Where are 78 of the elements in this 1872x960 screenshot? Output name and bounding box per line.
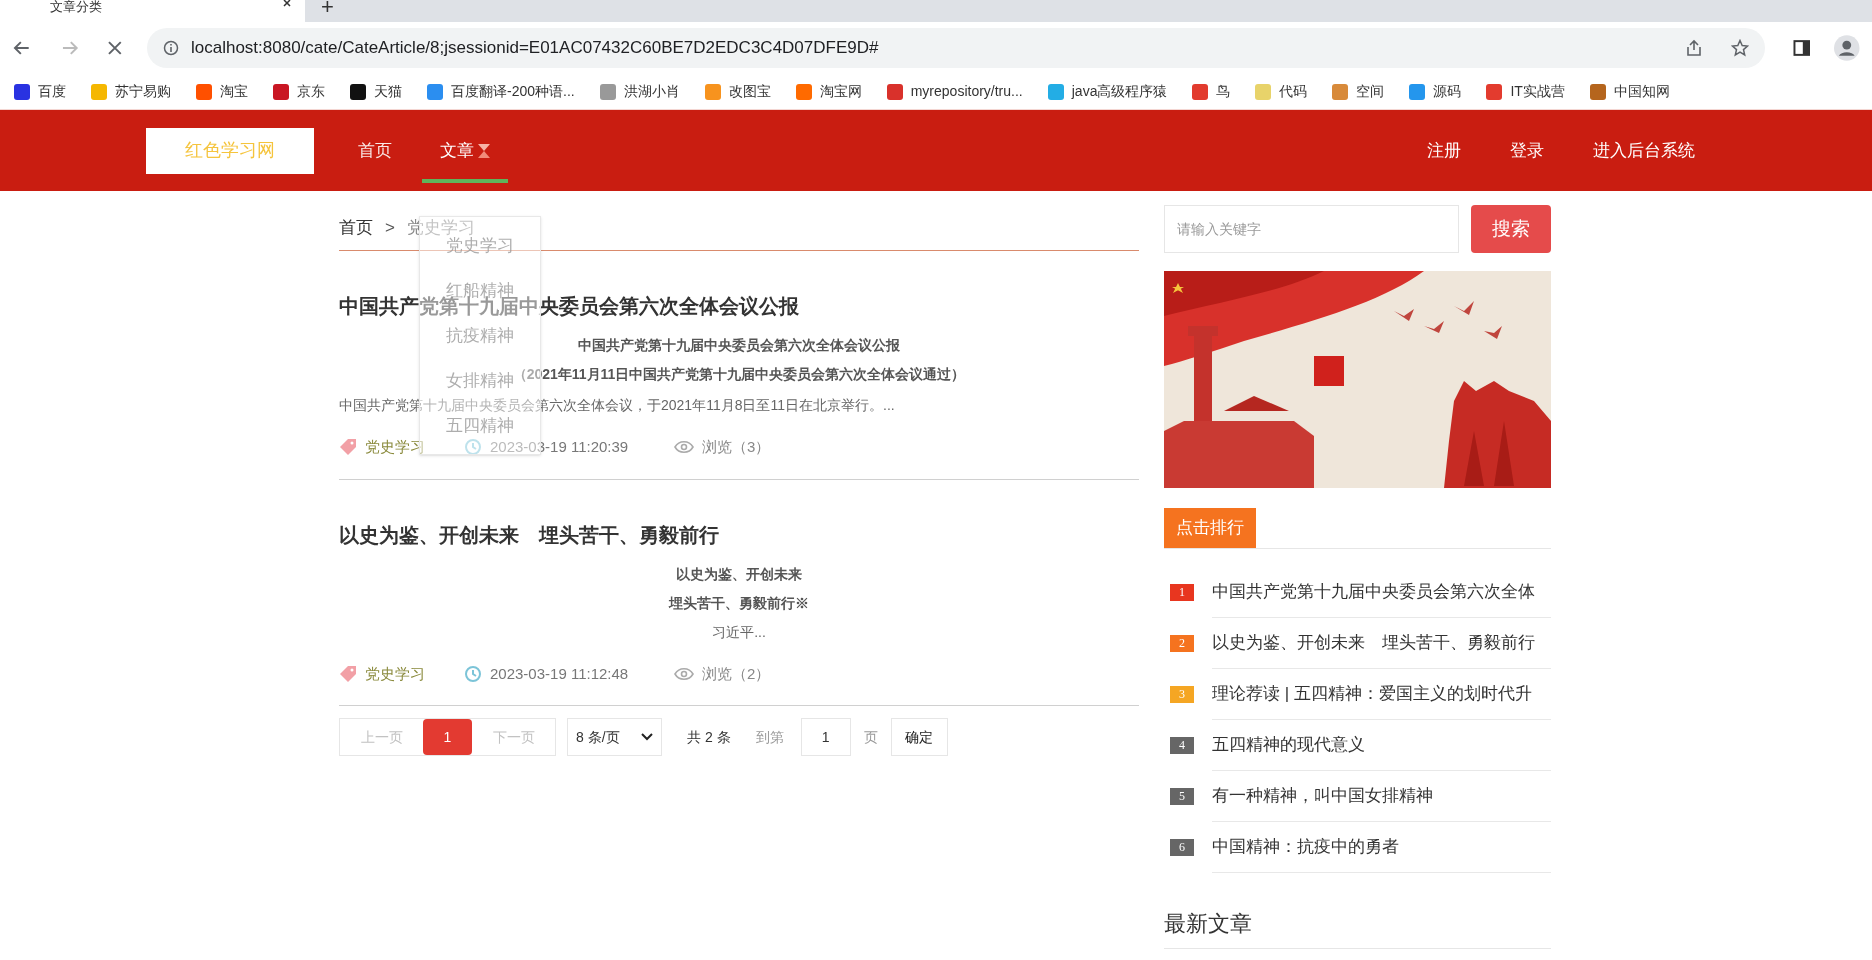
close-icon[interactable] [283, 0, 293, 8]
rank-badge: 4 [1170, 737, 1194, 754]
tab-title: 文章分类 [50, 0, 102, 13]
article-title[interactable]: 以史为鉴、开创未来 埋头苦干、勇毅前行 [339, 519, 1139, 550]
page-size-select[interactable]: 8 条/页 [567, 718, 662, 756]
ranking-link[interactable]: 中国共产党第十九届中央委员会第六次全体 [1212, 567, 1551, 618]
bookmark-icon[interactable] [350, 83, 366, 100]
chevron-down-icon [641, 733, 653, 741]
address-bar[interactable]: localhost:8080/cate/CateArticle/8;jsessionid=E01AC07432C60BE7D2EDC3C4D07DFE9D# [147, 28, 1765, 68]
ranking-link[interactable]: 以史为鉴、开创未来 埋头苦干、勇毅前行 [1212, 618, 1551, 669]
rank-badge: 3 [1170, 686, 1194, 703]
view-count: 浏览（3） [702, 437, 771, 457]
bookmark-link[interactable]: 百度 [38, 81, 66, 102]
section-heading: 最新文章 [1164, 907, 1551, 949]
profile-icon[interactable] [1834, 35, 1860, 61]
page-unit-label: 页 [863, 727, 878, 747]
nav-link[interactable]: 首页 [340, 110, 410, 191]
bookmark-link[interactable]: 源码 [1433, 81, 1462, 102]
bookmark-link[interactable]: 京东 [297, 81, 325, 102]
bookmark-link[interactable]: java高级程序猿 [1071, 81, 1168, 102]
new-tab-button[interactable]: + [321, 0, 334, 14]
confirm-button[interactable]: 确定 [890, 718, 948, 756]
page-button[interactable]: 1 [423, 719, 472, 755]
summary-line: 中国共产党第十九届中央委员会第六次全体会议公报 [578, 336, 900, 355]
info-icon [163, 40, 179, 56]
stop-icon[interactable] [107, 40, 123, 56]
share-icon[interactable] [1684, 39, 1703, 57]
ranking-link[interactable]: 有一种精神，叫中国女排精神 [1212, 771, 1551, 822]
rank-badge: 6 [1170, 839, 1194, 856]
article-date: 2023-03-19 11:12:48 [490, 663, 629, 684]
bookmark-link[interactable]: 改图宝 [728, 81, 771, 102]
bookmark-link[interactable]: 空间 [1356, 81, 1385, 102]
rank-badge: 5 [1170, 788, 1194, 805]
nav-link[interactable]: 登录 [1510, 137, 1544, 164]
search-button[interactable]: 搜索 [1471, 205, 1551, 253]
rank-badge: 2 [1170, 635, 1194, 652]
tag-icon [339, 438, 357, 457]
article-date: 2023-03-19 11:20:39 [490, 437, 629, 457]
search-field[interactable]: 请输入关键字 [1164, 205, 1459, 253]
bookmark-link[interactable]: 淘宝网 [819, 81, 862, 102]
view-count: 浏览（2） [702, 663, 771, 684]
bookmark-link[interactable]: 鸟 [1216, 81, 1231, 102]
url-text: localhost:8080/cate/CateArticle/8;jsessionid=E01AC07432C60BE7D2EDC3C4D07DFE9D# [191, 37, 880, 60]
side-panel-icon[interactable] [1792, 39, 1811, 57]
star-icon[interactable] [1730, 39, 1749, 57]
ranking-link[interactable]: 五四精神的现代意义 [1212, 720, 1551, 771]
nav-link[interactable]: 注册 [1427, 137, 1461, 164]
goto-label: 到第 [755, 727, 784, 747]
nav-link[interactable]: 进入后台系统 [1593, 137, 1695, 164]
bookmark-link[interactable]: 百度翻译-200种语... [451, 81, 575, 102]
page-number-field[interactable]: 1 [800, 718, 851, 756]
summary-line: 以史为鉴、开创未来 [676, 564, 802, 584]
nav-link[interactable]: 文章 [422, 110, 508, 191]
bookmark-link[interactable]: 中国知网 [1613, 81, 1670, 102]
bookmark-link[interactable]: 天猫 [374, 81, 402, 102]
ranking-heading: 点击排行 [1164, 508, 1256, 548]
category-link[interactable]: 党史学习 [365, 662, 425, 685]
bookmark-link[interactable]: myrepository/tru... [910, 81, 1023, 102]
browser-tab[interactable]: 文章分类 [0, 0, 305, 22]
bookmark-icon[interactable] [14, 83, 30, 100]
bookmark-link[interactable]: IT实战营 [1510, 81, 1565, 102]
eye-icon [674, 440, 694, 455]
summary-line: 习近平... [712, 622, 766, 642]
category-link[interactable]: 党史学习 [365, 436, 425, 459]
breadcrumb-link[interactable]: 首页 [339, 214, 373, 241]
ranking-link[interactable]: 中国精神：抗疫中的勇者 [1212, 822, 1551, 873]
bookmark-link[interactable]: 洪湖小肖 [623, 81, 680, 102]
summary-line: 埋头苦干、勇毅前行※ [669, 593, 809, 613]
bookmark-link[interactable]: 苏宁易购 [115, 81, 171, 102]
clock-icon [464, 664, 482, 683]
breadcrumb-separator: > [385, 216, 395, 239]
total-count: 共 2 条 [687, 727, 731, 747]
eye-icon [674, 666, 694, 681]
ranking-link[interactable]: 理论荐读 | 五四精神：爱国主义的划时代升 [1212, 669, 1551, 720]
bookmark-link[interactable]: 代码 [1279, 81, 1308, 102]
tag-icon [339, 664, 357, 683]
bookmark-link[interactable]: 淘宝 [220, 81, 248, 102]
rank-badge: 1 [1170, 584, 1194, 601]
